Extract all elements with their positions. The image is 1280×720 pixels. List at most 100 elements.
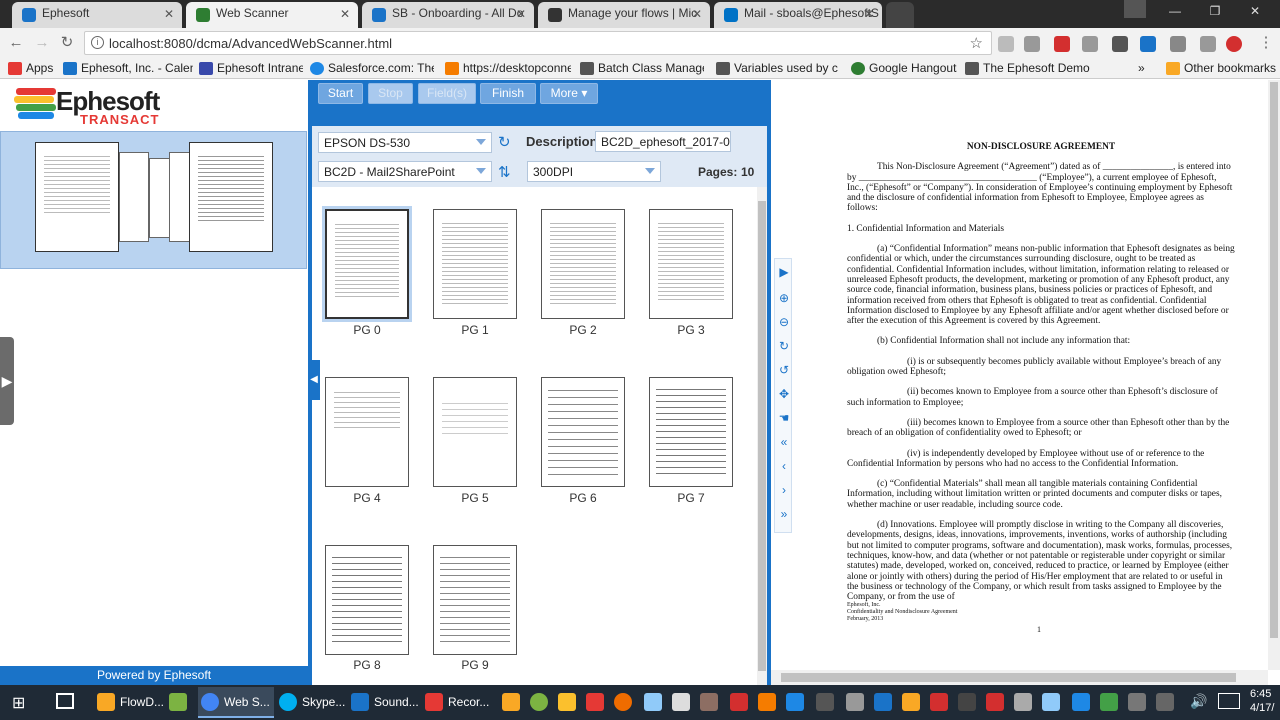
info-icon[interactable]: i — [91, 36, 104, 49]
tab-sb-onboarding[interactable]: SB - Onboarding - All Do ✕ — [362, 2, 534, 28]
adblock-icon[interactable] — [1226, 36, 1242, 52]
collapse-panel-handle[interactable]: ◀ — [308, 360, 320, 400]
acrobat-extension-icon[interactable] — [1054, 36, 1070, 52]
windows-start-icon[interactable]: ⊞ — [12, 693, 25, 713]
page-thumbnail[interactable] — [433, 209, 517, 319]
tab-ephesoft[interactable]: Ephesoft ✕ — [12, 2, 182, 28]
taskbar-app-recorder[interactable]: Recor... — [422, 687, 494, 718]
bookmark-batch-class[interactable]: Batch Class Managem — [580, 61, 704, 75]
task-view-icon[interactable] — [56, 693, 74, 709]
new-tab-button[interactable] — [886, 2, 914, 28]
stop-button[interactable]: Stop — [368, 83, 413, 104]
bookmark-apps[interactable]: Apps — [8, 61, 58, 75]
close-icon[interactable]: ✕ — [516, 7, 526, 21]
scanner-select[interactable]: EPSON DS-530 — [318, 132, 492, 153]
tray-app-icon[interactable] — [586, 693, 604, 711]
tray-app-icon[interactable] — [874, 693, 892, 711]
tray-app-icon[interactable] — [786, 693, 804, 711]
close-icon[interactable]: ✕ — [164, 7, 174, 21]
address-bar[interactable]: i localhost:8080/dcma/AdvancedWebScanner… — [84, 31, 992, 55]
viewer-vertical-scrollbar[interactable] — [1268, 80, 1280, 670]
close-icon[interactable]: ✕ — [692, 7, 702, 21]
star-bookmark-icon[interactable]: ☆ — [970, 34, 983, 52]
bookmark-desktopconnect[interactable]: https://desktopconne — [445, 61, 571, 75]
reload-icon[interactable]: ↻ — [57, 33, 77, 53]
taskbar-app-chrome[interactable]: Web S... — [198, 687, 274, 718]
batch-thumbnail-stack[interactable] — [0, 131, 307, 269]
rotate-left-icon[interactable]: ↺ — [775, 363, 793, 377]
close-icon[interactable]: ✕ — [864, 7, 874, 21]
page-thumbnail[interactable] — [541, 209, 625, 319]
rotate-right-icon[interactable]: ↻ — [775, 339, 793, 353]
tray-app-icon[interactable] — [902, 693, 920, 711]
page-thumbnail[interactable] — [325, 209, 409, 319]
extension-icon[interactable] — [1170, 36, 1186, 52]
page-thumbnail[interactable] — [433, 545, 517, 655]
more-bookmarks-chevron[interactable]: » — [1138, 61, 1154, 75]
zoom-out-icon[interactable]: ⊖ — [775, 315, 793, 329]
play-icon[interactable]: ▶ — [775, 265, 793, 279]
batch-class-sort-icon[interactable]: ⇅ — [498, 163, 511, 181]
tray-app-icon[interactable] — [958, 693, 976, 711]
more-dropdown-button[interactable]: More ▾ — [540, 83, 598, 104]
scrollbar-thumb[interactable] — [781, 673, 1236, 682]
expand-panel-handle[interactable]: ▶ — [0, 337, 14, 425]
previous-page-icon[interactable]: ‹ — [775, 459, 793, 473]
tray-app-icon[interactable] — [502, 693, 520, 711]
bookmark-salesforce[interactable]: Salesforce.com: The C — [310, 61, 434, 75]
bookmark-intranet[interactable]: Ephesoft Intranet — [199, 61, 303, 75]
battery-icon[interactable] — [1156, 693, 1174, 711]
finish-button[interactable]: Finish — [480, 83, 536, 104]
tray-app-icon[interactable] — [846, 693, 864, 711]
resolution-select[interactable]: 300DPI — [527, 161, 661, 182]
start-button[interactable]: Start — [318, 83, 363, 104]
tray-app-icon[interactable] — [930, 693, 948, 711]
tray-app-icon[interactable] — [758, 693, 776, 711]
tray-app-icon[interactable] — [614, 693, 632, 711]
bookmark-other[interactable]: Other bookmarks — [1166, 61, 1278, 75]
pan-hand-icon[interactable]: ☚ — [775, 411, 793, 425]
minimize-icon[interactable]: — — [1160, 4, 1190, 22]
tray-app-icon[interactable] — [700, 693, 718, 711]
refresh-icon[interactable]: ↻ — [498, 133, 511, 151]
window-close-icon[interactable]: ✕ — [1240, 4, 1270, 22]
keyboard-icon[interactable] — [1218, 693, 1240, 709]
close-icon[interactable]: ✕ — [340, 7, 350, 21]
page-thumbnail[interactable] — [649, 209, 733, 319]
taskbar-app[interactable] — [166, 687, 196, 718]
taskbar-app-flowd[interactable]: FlowD... — [94, 687, 164, 718]
tray-app-icon[interactable] — [530, 693, 548, 711]
bookmark-hangouts[interactable]: Google Hangouts — [851, 61, 957, 75]
profile-icon[interactable] — [1124, 0, 1146, 18]
tray-app-icon[interactable] — [816, 693, 834, 711]
viewer-horizontal-scrollbar[interactable] — [771, 670, 1268, 685]
fit-to-page-icon[interactable]: ✥ — [775, 387, 793, 401]
fields-button[interactable]: Field(s) — [418, 83, 476, 104]
back-arrow-icon[interactable]: ← — [6, 33, 26, 53]
last-page-icon[interactable]: » — [775, 507, 793, 521]
tray-app-icon[interactable] — [1100, 693, 1118, 711]
extension-icon[interactable] — [1082, 36, 1098, 52]
scrollbar-thumb[interactable] — [758, 201, 766, 671]
maximize-icon[interactable]: ❐ — [1200, 4, 1230, 22]
bookmark-demo[interactable]: The Ephesoft Demo P — [965, 61, 1091, 75]
tray-app-icon[interactable] — [1072, 693, 1090, 711]
taskbar-app-skype[interactable]: Skype... — [276, 687, 346, 718]
page-thumbnail[interactable] — [433, 377, 517, 487]
tray-app-icon[interactable] — [1014, 693, 1032, 711]
bookmark-variables[interactable]: Variables used by cop — [716, 61, 838, 75]
tab-manage-flows[interactable]: Manage your flows | Mic ✕ — [538, 2, 710, 28]
cloud-icon[interactable] — [1042, 693, 1060, 711]
menu-dots-icon[interactable]: ⋮ — [1256, 33, 1276, 53]
thumbnail-scrollbar[interactable] — [757, 187, 767, 685]
page-thumbnail[interactable] — [541, 377, 625, 487]
tray-app-icon[interactable] — [672, 693, 690, 711]
batch-class-select[interactable]: BC2D - Mail2SharePoint — [318, 161, 492, 182]
next-page-icon[interactable]: › — [775, 483, 793, 497]
acrobat-icon[interactable] — [986, 693, 1004, 711]
onedrive-icon[interactable] — [644, 693, 662, 711]
taskbar-clock[interactable]: 6:45 4/17/ — [1250, 687, 1274, 715]
extension-icon[interactable] — [1024, 36, 1040, 52]
network-icon[interactable] — [1128, 693, 1146, 711]
bookmark-calendar[interactable]: Ephesoft, Inc. - Calend — [63, 61, 193, 75]
